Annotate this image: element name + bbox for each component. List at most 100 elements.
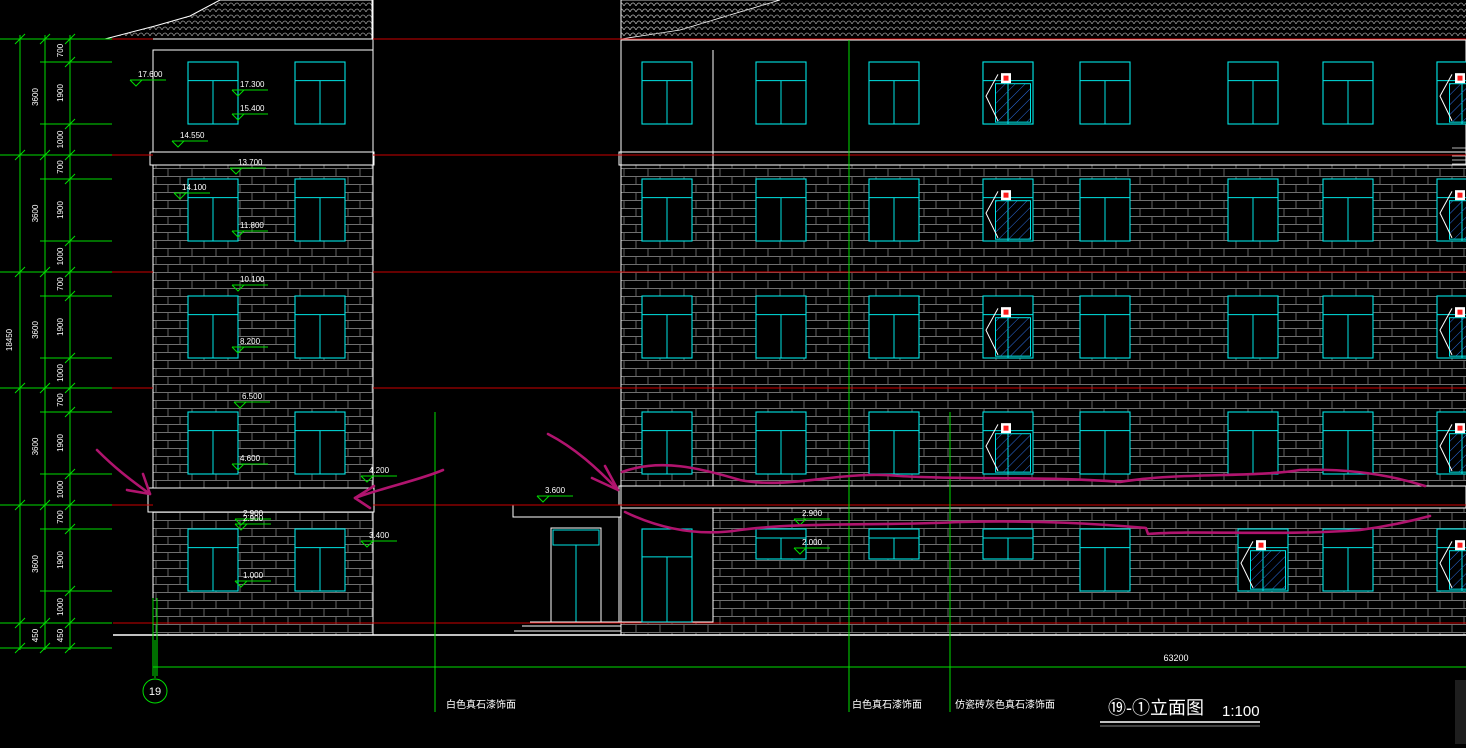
hatched-panel (1450, 551, 1466, 589)
hatched-panel (1450, 201, 1466, 239)
window-fire-vent (1437, 296, 1466, 358)
elevation-value: 14.100 (182, 183, 207, 192)
inner-dimension-text: 1000 (56, 598, 65, 616)
window (756, 179, 806, 241)
overall-width-dimension: 63200 (1163, 653, 1188, 663)
outer-dimension-text: 3600 (31, 204, 40, 222)
left-dimension-chain: 3600 3600 3600 3600 3600 450 700 1900 1000 700 190… (0, 34, 112, 653)
material-note: 白色真石漆饰面 (852, 698, 922, 711)
entrance-canopy (513, 505, 621, 517)
hatched-panel (996, 84, 1031, 122)
elevation-drawing[interactable]: 3600 3600 3600 3600 3600 450 700 1900 1000 700 190… (0, 0, 1466, 744)
inner-dimension-text: 1900 (56, 434, 65, 452)
window-fire-vent (1437, 412, 1466, 474)
window (188, 529, 238, 591)
window-fire-vent (983, 412, 1033, 474)
material-note: 白色真石漆饰面 (446, 698, 516, 711)
inner-dimension-text: 1900 (56, 84, 65, 102)
material-note: 仿瓷砖灰色真石漆饰面 (955, 698, 1055, 711)
outer-dimension-text: 3600 (31, 555, 40, 573)
window (1323, 529, 1373, 591)
hatched-panel (996, 434, 1031, 472)
window (295, 296, 345, 358)
window (642, 62, 692, 124)
inner-dimension-text: 450 (56, 628, 65, 642)
window (642, 179, 692, 241)
left-roof (105, 0, 372, 39)
window-fire-vent (1238, 529, 1288, 591)
hatched-panel (996, 201, 1031, 239)
inner-dimension-text: 700 (56, 43, 65, 57)
window (1080, 529, 1130, 591)
window-fire-vent (983, 62, 1033, 124)
elevation-value: 2.900 (802, 509, 823, 518)
markup-stroke (97, 450, 150, 494)
elevation-value: 15.400 (240, 104, 265, 113)
grid-axis-label: 19 (149, 686, 161, 698)
vent-marker (1004, 76, 1009, 81)
drawing-scale: 1:100 (1222, 703, 1260, 720)
elevation-value: 3.600 (545, 486, 566, 495)
hatched-panel (1450, 318, 1466, 356)
right-roof (621, 0, 1466, 40)
elevation-value: 3.400 (369, 531, 390, 540)
window (1228, 62, 1278, 124)
cad-viewport[interactable]: 3600 3600 3600 3600 3600 450 700 1900 1000 700 190… (0, 0, 1466, 744)
window (642, 296, 692, 358)
elevation-value: 6.500 (242, 392, 263, 401)
window (1323, 296, 1373, 358)
outer-dimension-text: 450 (31, 628, 40, 642)
inner-dimension-text: 700 (56, 277, 65, 291)
window-fire-vent (983, 296, 1033, 358)
outer-dimension-text: 3600 (31, 321, 40, 339)
vent-marker (1458, 543, 1463, 548)
elevation-value: 14.550 (180, 131, 205, 140)
outer-dimension-text: 3600 (31, 88, 40, 106)
right-cornice (619, 152, 1466, 165)
window (869, 529, 919, 559)
elevation-value: 4.200 (369, 466, 390, 475)
inner-dimension-text: 1900 (56, 201, 65, 219)
window (188, 412, 238, 474)
elevation-value: 17.300 (240, 80, 265, 89)
window-fire-vent (1437, 179, 1466, 241)
markup-stroke (548, 434, 618, 490)
elevation-value: 1.000 (243, 571, 264, 580)
window (1228, 179, 1278, 241)
vent-marker (1004, 193, 1009, 198)
elevation-value: 11.800 (240, 221, 264, 230)
elevation-value: 17.600 (138, 70, 163, 79)
outer-dimension-text: 3600 (31, 437, 40, 455)
window (295, 62, 345, 124)
window (188, 296, 238, 358)
elevation-value: 4.600 (240, 454, 261, 463)
inner-dimension-text: 1000 (56, 480, 65, 498)
inner-dimension-text: 700 (56, 160, 65, 174)
vent-marker (1458, 310, 1463, 315)
window (1080, 412, 1130, 474)
window (295, 412, 345, 474)
drawing-title: ⑲-①立面图 (1108, 698, 1204, 718)
window (983, 529, 1033, 559)
vent-marker (1259, 543, 1264, 548)
overall-height-text: 18450 (5, 328, 14, 351)
material-notes: 白色真石漆饰面 白色真石漆饰面 仿瓷砖灰色真石漆饰面 (446, 698, 1055, 711)
window (756, 296, 806, 358)
inner-dimension-text: 1000 (56, 247, 65, 265)
elevation-value: 10.100 (240, 275, 265, 284)
window (1080, 179, 1130, 241)
window (1228, 296, 1278, 358)
inner-dimension-text: 1900 (56, 318, 65, 336)
elevation-triangle (130, 80, 142, 86)
window (642, 529, 692, 622)
elevation-value: 2.000 (802, 538, 823, 547)
window (295, 179, 345, 241)
window (756, 62, 806, 124)
inner-dimension-text: 700 (56, 393, 65, 407)
window (869, 412, 919, 474)
window-fire-vent (1437, 529, 1466, 591)
viewport-scrollbar[interactable] (1455, 680, 1466, 744)
hatched-panel (996, 318, 1031, 356)
vent-marker (1458, 193, 1463, 198)
window-fire-vent (1437, 62, 1466, 124)
